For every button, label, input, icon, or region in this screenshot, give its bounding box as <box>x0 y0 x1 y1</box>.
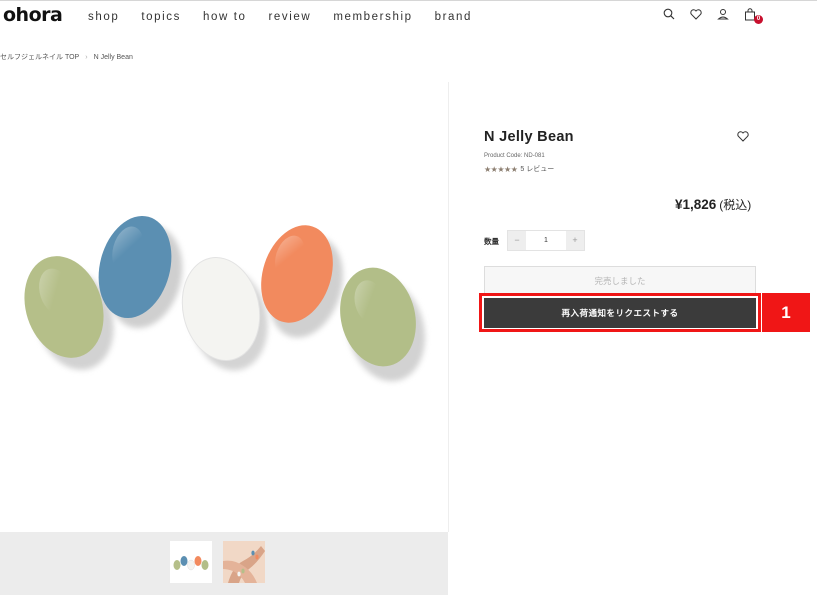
thumbnail-hand[interactable] <box>223 541 265 583</box>
product-price: ¥1,826 (税込) <box>675 196 751 213</box>
quantity-input[interactable] <box>526 231 566 250</box>
nav-how-to[interactable]: how to <box>203 11 246 23</box>
product-title: N Jelly Bean <box>484 129 574 145</box>
quantity-stepper: − + <box>507 230 585 251</box>
nav-brand[interactable]: brand <box>435 11 472 23</box>
restock-notify-button[interactable]: 再入荷通知をリクエストする <box>484 298 756 328</box>
header-icons: 0 <box>662 7 770 24</box>
breadcrumb-separator: › <box>85 53 88 61</box>
price-tax-note: (税込) <box>719 198 752 212</box>
annotation-label: 1 <box>762 293 810 332</box>
nav-shop[interactable]: shop <box>88 11 119 23</box>
review-count-link[interactable]: 5 レビュー <box>520 164 554 174</box>
breadcrumb-current: N Jelly Bean <box>93 53 133 61</box>
product-image <box>0 82 449 532</box>
cart-icon[interactable]: 0 <box>743 7 763 24</box>
breadcrumb-home[interactable]: セルフジェルネイル TOP <box>0 52 79 62</box>
cart-count-badge: 0 <box>754 15 763 24</box>
top-border <box>0 0 817 1</box>
price-value: ¥1,826 <box>675 197 717 212</box>
heart-icon[interactable] <box>689 7 703 21</box>
rating-stars: ★★★★★ <box>484 164 518 174</box>
thumbnail-nails[interactable] <box>170 541 212 583</box>
product-rating: ★★★★★ 5 レビュー <box>484 164 554 174</box>
quantity-decrease-button[interactable]: − <box>508 231 526 250</box>
nav-topics[interactable]: topics <box>141 11 181 23</box>
sold-out-button: 完売しました <box>484 266 756 294</box>
nav-review[interactable]: review <box>268 11 311 23</box>
thumbnail-bar <box>0 532 448 595</box>
quantity-label: 数量 <box>484 237 499 246</box>
favorite-heart-icon[interactable] <box>737 129 749 142</box>
nav-membership[interactable]: membership <box>333 11 412 23</box>
product-code: Product Code: ND-081 <box>484 153 545 159</box>
search-icon[interactable] <box>662 7 676 21</box>
logo[interactable]: ohora <box>3 4 63 26</box>
main-nav: shop topics how to review membership bra… <box>88 11 472 23</box>
user-icon[interactable] <box>716 7 730 21</box>
quantity-increase-button[interactable]: + <box>566 231 584 250</box>
breadcrumb: セルフジェルネイル TOP › N Jelly Bean <box>0 52 133 62</box>
